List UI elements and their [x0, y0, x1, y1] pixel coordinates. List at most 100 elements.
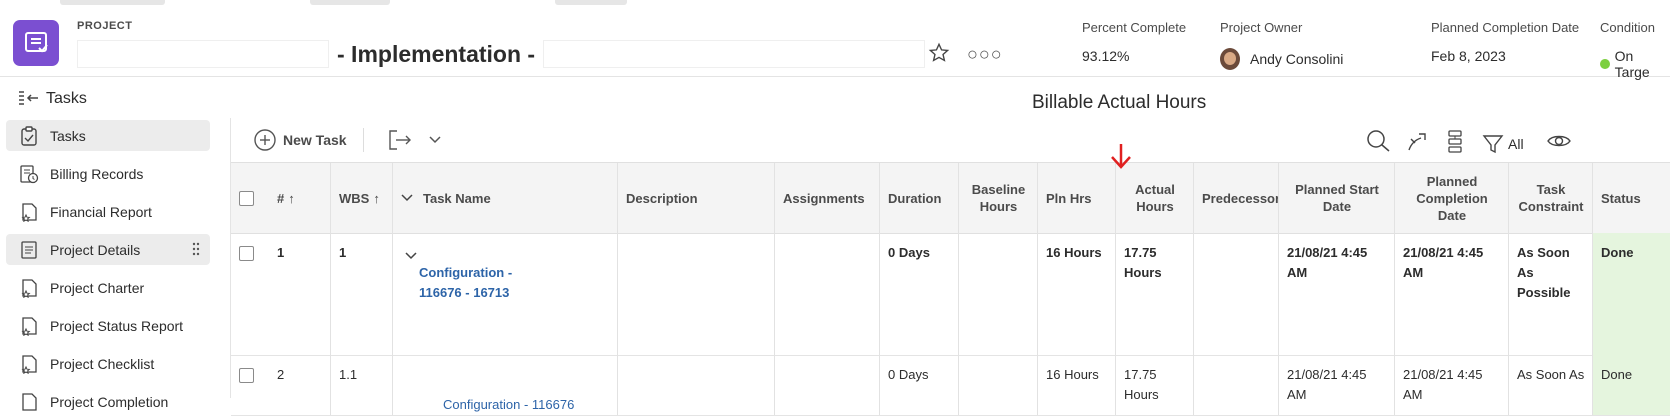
meta-key: Percent Complete [1082, 20, 1187, 35]
sidebar-item-label: Billing Records [50, 165, 144, 182]
row-planned-completion: 21/08/21 4:45 AM [1403, 367, 1483, 402]
report-icon [18, 315, 40, 337]
meta-value: Feb 8, 2023 [1431, 48, 1506, 64]
row-planned-start: 21/08/21 4:45 AM [1287, 367, 1367, 402]
meta-key: Planned Completion Date [1431, 20, 1580, 35]
view-eye-icon[interactable] [1546, 131, 1572, 156]
sidebar: Tasks Billing Records Financial Report P… [0, 118, 230, 411]
row-status[interactable]: Done [1593, 243, 1670, 263]
tasks-title: Tasks [46, 90, 87, 107]
row-wbs: 1.1 [339, 367, 358, 382]
project-icon [13, 20, 59, 66]
project-label: PROJECT [77, 20, 133, 32]
meta-key: Condition [1600, 20, 1655, 35]
export-icon [389, 130, 411, 150]
task-name-link[interactable]: Configuration - 116676 - 16713 [393, 263, 563, 303]
filter-button[interactable]: All [1482, 133, 1524, 155]
billable-actual-hours-annotation: Billable Actual Hours [1032, 92, 1207, 113]
hierarchy-icon[interactable] [1444, 129, 1466, 158]
sidebar-item-project-charter[interactable]: Project Charter [6, 272, 210, 303]
status-dot [1600, 59, 1610, 69]
sidebar-item-project-completion[interactable]: Project Completion [6, 386, 210, 417]
row-duration: 0 Days [888, 367, 929, 382]
billing-records-icon [18, 163, 40, 185]
sidebar-item-label: Project Status Report [50, 317, 184, 334]
tasks-icon [18, 125, 40, 147]
row-planned-completion: 21/08/21 4:45 AM [1403, 245, 1484, 280]
row-actual-hours: 17.75 Hours [1124, 245, 1162, 280]
row-status[interactable]: Done [1593, 365, 1670, 385]
bulk-edit-icon[interactable] [1406, 129, 1430, 158]
redacted-block [77, 40, 329, 68]
meta-condition: Condition On Targe [1600, 20, 1670, 80]
table-row[interactable]: 2 1.1 Configuration - 116676 0 Days 16 H… [231, 355, 1670, 416]
favorite-star-icon[interactable] [928, 42, 950, 69]
report-icon [18, 353, 40, 375]
meta-planned-completion: Planned Completion Date Feb 8, 2023 [1431, 20, 1579, 64]
row-pln-hrs: 16 Hours [1046, 367, 1099, 382]
details-icon [18, 239, 40, 261]
report-icon [18, 391, 40, 413]
right-toolbar: All [1366, 129, 1572, 158]
main-panel: New Task All # ↑ WBS ↑ Task Name Descrip… [230, 118, 1670, 416]
row-checkbox[interactable] [239, 368, 254, 383]
sidebar-item-project-status-report[interactable]: Project Status Report [6, 310, 210, 341]
search-icon[interactable] [1366, 129, 1392, 158]
sidebar-item-label: Project Details [50, 241, 141, 258]
new-task-button[interactable]: New Task [253, 128, 347, 152]
meta-value: 93.12% [1082, 48, 1130, 64]
sidebar-item-project-details[interactable]: Project Details [6, 234, 210, 265]
report-icon [18, 277, 40, 299]
meta-value: Andy Consolini [1250, 51, 1344, 67]
more-options-icon[interactable]: ○○○ [967, 44, 1003, 65]
sidebar-item-label: Tasks [50, 127, 86, 144]
chevron-down-icon [429, 136, 441, 144]
condition-value[interactable]: On Targe [1600, 48, 1670, 80]
row-num: 2 [277, 367, 285, 382]
sidebar-item-tasks[interactable]: Tasks [6, 120, 210, 151]
project-header: PROJECT - Implementation - ○○○ Percent C… [0, 6, 1670, 80]
avatar [1220, 48, 1240, 70]
redacted-block [543, 40, 926, 68]
sidebar-item-project-checklist[interactable]: Project Checklist [6, 348, 210, 379]
sidebar-item-label: Project Completion [50, 393, 169, 410]
row-task-constraint: As Soon As Possible [1517, 245, 1571, 300]
task-toolbar: New Task All [231, 118, 1670, 162]
meta-project-owner: Project Owner Andy Consolini [1220, 20, 1343, 70]
meta-percent-complete: Percent Complete 93.12% [1082, 20, 1186, 64]
row-task-constraint: As Soon As [1517, 367, 1585, 382]
status-done-cell [1593, 355, 1670, 415]
project-title: - Implementation - [77, 39, 926, 69]
row-num: 1 [277, 245, 285, 260]
export-button[interactable] [388, 129, 442, 151]
sidebar-item-label: Financial Report [50, 203, 152, 220]
new-task-label: New Task [283, 132, 347, 148]
filter-label: All [1508, 135, 1524, 152]
row-pln-hrs: 16 Hours [1046, 245, 1102, 260]
plus-circle-icon [254, 129, 276, 151]
row-actual-hours: 17.75 Hours [1124, 367, 1159, 402]
drag-handle-icon[interactable] [192, 242, 200, 259]
table-row[interactable]: 1 1 Configuration - 116676 - 16713 0 Day… [231, 233, 1670, 356]
sidebar-item-label: Project Charter [50, 279, 145, 296]
project-title-text: - Implementation - [337, 40, 536, 67]
collapse-sidebar-icon[interactable] [17, 90, 39, 113]
meta-key: Project Owner [1220, 20, 1303, 35]
filter-icon [1482, 134, 1504, 153]
row-checkbox[interactable] [239, 246, 254, 261]
row-duration: 0 Days [888, 245, 930, 260]
tasks-bar: Tasks Billable Actual Hours [0, 80, 1670, 119]
sidebar-item-financial-report[interactable]: Financial Report [6, 196, 210, 227]
sidebar-item-billing-records[interactable]: Billing Records [6, 158, 210, 189]
row-wbs: 1 [339, 245, 347, 260]
owner-link[interactable]: Andy Consolini [1220, 48, 1343, 70]
task-name-link[interactable]: Configuration - 116676 [393, 395, 618, 415]
sidebar-item-label: Project Checklist [50, 355, 155, 372]
grid-header: # ↑ WBS ↑ Task Name Description Assignment… [231, 162, 1670, 234]
report-icon [18, 201, 40, 223]
row-planned-start: 21/08/21 4:45 AM [1287, 245, 1368, 280]
header-status[interactable]: Status [1593, 163, 1670, 233]
toolbar-divider [363, 128, 364, 152]
annotation-arrow-icon [1109, 142, 1133, 175]
meta-value: On Targe [1614, 48, 1650, 80]
